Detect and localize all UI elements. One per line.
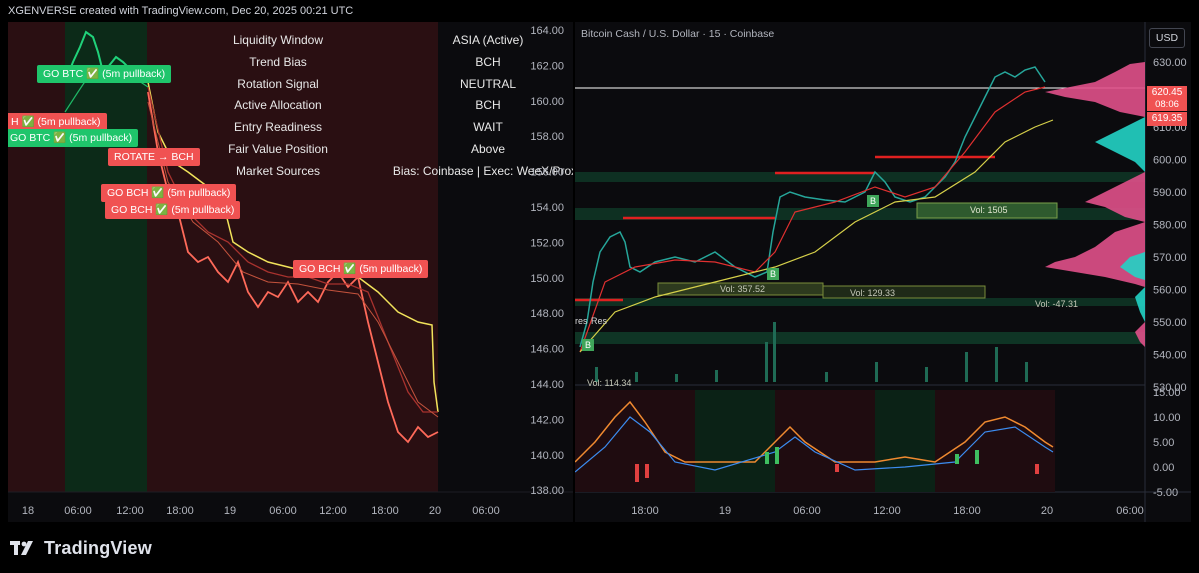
session-band-red [8,22,65,492]
attribution-text: XGENVERSE created with TradingView.com, … [8,5,354,17]
center-price-axis: 164.00 162.00 160.00 158.00 156.00 154.00 152.… [520,22,572,522]
left-chart-panel[interactable]: 18 06:00 12:00 18:00 19 06:00 12:00 18:00 20 06:0… [8,22,573,522]
countdown-tag: 08:06 [1147,99,1187,111]
osc-tick-label: 5.00 [1153,437,1174,449]
price-tick-label: 152.00 [530,237,564,249]
x-tick-label: 20 [1041,505,1053,517]
x-tick-label: 12:00 [319,505,347,517]
price-tick-label: 138.00 [530,485,564,497]
x-tick-label: 12:00 [873,505,901,517]
demand-zone [575,332,1145,344]
price-tick-label: 580.00 [1153,220,1187,232]
attribution-bar: XGENVERSE created with TradingView.com, … [0,0,1199,22]
price-tick-label: 600.00 [1153,155,1187,167]
price-tick-label: 550.00 [1153,317,1187,329]
info-label: Liquidity Window [232,33,324,47]
x-tick-label: 06:00 [472,505,500,517]
right-chart-panel[interactable]: 630.00620.00610.00600.00590.00580.00570.… [575,22,1191,522]
price-tick-label: 156.00 [530,167,564,179]
price-tick-label: 144.00 [530,379,564,391]
buy-marker: B [867,195,879,207]
currency-button[interactable]: USD [1149,28,1185,48]
x-tick-label: 19 [224,505,236,517]
vol-label: Vol: -47.31 [1035,299,1079,309]
x-tick-label: 12:00 [116,505,144,517]
x-tick-label: 20 [429,505,441,517]
tradingview-logo[interactable]: TradingView [10,538,152,559]
vol-label: Vol: 1505 [970,205,1008,215]
vol-label: Vol: 114.34 [587,378,632,388]
price-tick-label: 590.00 [1153,187,1187,199]
res-label: res [575,316,588,326]
price-tick-label: 142.00 [530,414,564,426]
vol-label: Vol: 129.33 [850,288,896,298]
oscillator-axis: 15.00 10.00 5.00 0.00 -5.00 [1153,387,1181,499]
osc-tick-label: -5.00 [1153,487,1178,499]
center-axis-canvas: 164.00 162.00 160.00 158.00 156.00 154.00 152.… [530,25,564,497]
price-tick-label: 540.00 [1153,350,1187,362]
vol-box [822,285,986,299]
price-tick-label: 140.00 [530,450,564,462]
price-tick-label: 160.00 [530,96,564,108]
osc-tick-label: 15.00 [1153,387,1181,399]
osc-band [875,390,935,492]
price-tick-label: 154.00 [530,202,564,214]
price-tag-last: 620.45 [1147,86,1187,100]
right-time-axis: 18:00 19 06:00 12:00 18:00 20 06:00 [631,505,1144,517]
x-tick-label: 18:00 [371,505,399,517]
x-tick-label: 18:00 [953,505,981,517]
osc-band [695,390,775,492]
x-tick-label: 06:00 [269,505,297,517]
signal-tag: GO BCH ✅ (5m pullback) [101,184,237,202]
buy-marker: B [582,339,594,351]
info-label: Rotation Signal [237,76,319,91]
price-tick-label: 158.00 [530,131,564,143]
osc-tick-label: 10.00 [1153,412,1181,424]
res-label: Res [591,316,608,326]
info-label: Fair Value Position [228,141,328,156]
info-label: Market Sources [235,163,321,178]
price-tick-label: 148.00 [530,308,564,320]
vol-label: Vol: 357.52 [720,284,766,294]
x-tick-label: 18:00 [631,505,659,517]
right-chart-canvas[interactable]: 630.00620.00610.00600.00590.00580.00570.… [575,22,1191,522]
signal-tag: GO BCH ✅ (5m pullback) [293,260,429,278]
info-label: Active Allocation [234,98,322,113]
price-tick-label: 146.00 [530,344,564,356]
signal-tag: ROTATE → BCH [108,148,200,166]
signal-tag: GO BTC ✅ (5m pullback) [8,129,139,147]
price-tick-label: 630.00 [1153,57,1187,69]
price-tick-label: 164.00 [530,25,564,37]
x-tick-label: 19 [719,505,731,517]
buy-marker: B [767,268,779,280]
price-tick-label: 570.00 [1153,252,1187,264]
info-label: Entry Readiness [233,120,323,135]
price-tick-label: 162.00 [530,60,564,72]
x-tick-label: 06:00 [1116,505,1144,517]
tradingview-wordmark: TradingView [44,538,152,558]
tradingview-logo-icon [10,540,33,555]
signal-tag: GO BCH ✅ (5m pullback) [105,201,241,219]
x-tick-label: 18:00 [166,505,194,517]
footer: TradingView [0,522,1199,573]
price-tick-label: 560.00 [1153,285,1187,297]
x-tick-label: 06:00 [793,505,821,517]
price-tick-label: 150.00 [530,273,564,285]
price-tag-prev: 619.35 [1147,112,1187,126]
x-tick-label: 06:00 [64,505,92,517]
info-label: Trend Bias [249,54,307,69]
symbol-title[interactable]: Bitcoin Cash / U.S. Dollar · 15 · Coinba… [581,28,774,40]
osc-tick-label: 0.00 [1153,462,1174,474]
left-x-axis: 18 06:00 12:00 18:00 19 06:00 12:00 18:00 20 06:0… [22,505,500,517]
signal-tag: GO BTC ✅ (5m pullback) [37,65,172,83]
x-tick-label: 18 [22,505,34,517]
